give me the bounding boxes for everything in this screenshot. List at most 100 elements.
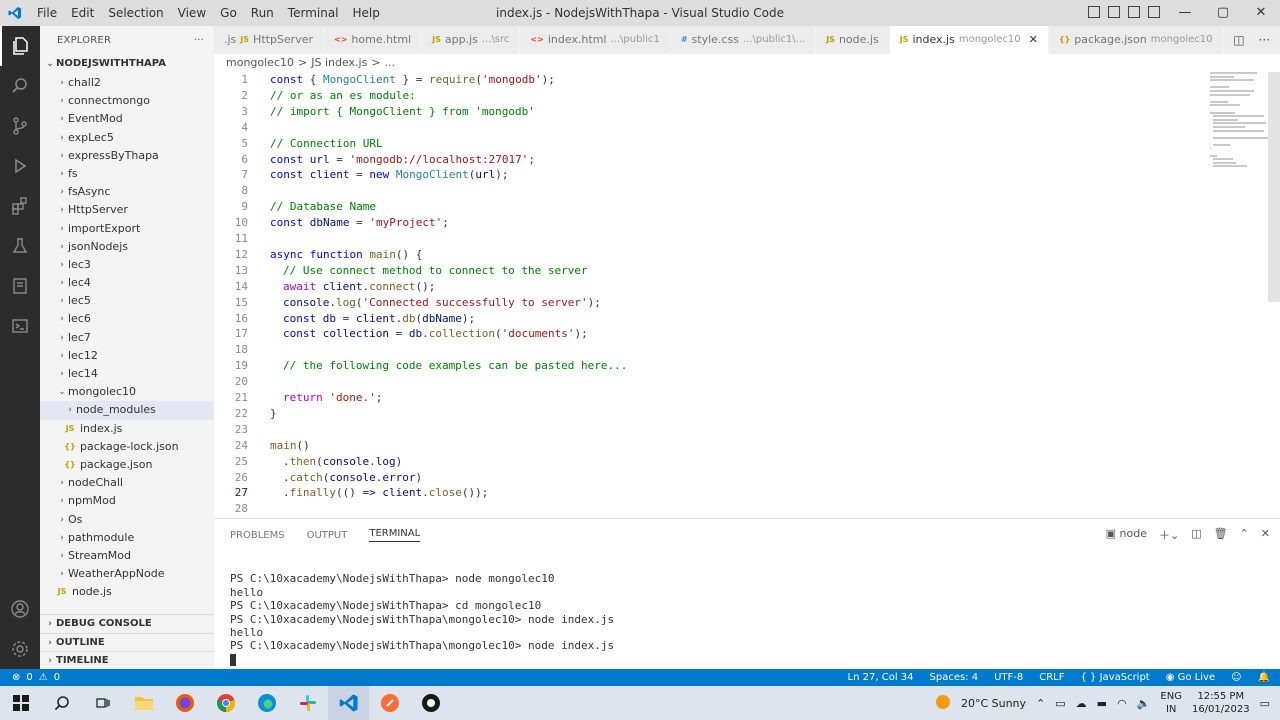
- tree-item[interactable]: JS index.js: [40, 420, 214, 438]
- tab-output[interactable]: OUTPUT: [307, 530, 348, 541]
- chevron-up-icon[interactable]: ⌃: [1036, 697, 1045, 710]
- edge-icon[interactable]: [246, 686, 287, 720]
- encoding[interactable]: UTF-8: [994, 672, 1023, 683]
- code-line[interactable]: 5 // Connection URL: [214, 136, 382, 152]
- code-line[interactable]: 8: [214, 183, 248, 199]
- tree-item[interactable]: › lec14: [40, 365, 214, 383]
- file-explorer-icon[interactable]: [123, 686, 164, 720]
- menu-selection[interactable]: Selection: [101, 0, 170, 26]
- weather-sun-icon[interactable]: [935, 694, 951, 713]
- source-control-icon[interactable]: [0, 106, 40, 146]
- tree-item[interactable]: › connectmongo: [40, 92, 214, 110]
- pane-timeline[interactable]: › TIMELINE: [40, 651, 214, 669]
- code-line[interactable]: 25 .then(console.log): [214, 454, 402, 470]
- tree-item[interactable]: › npmMod: [40, 492, 214, 510]
- slack-icon[interactable]: [287, 686, 328, 720]
- chrome-icon[interactable]: [205, 686, 246, 720]
- minimize-icon[interactable]: —: [1166, 0, 1204, 26]
- clock[interactable]: 12:55 PM 16/01/2023: [1192, 690, 1250, 716]
- code-line[interactable]: 1 const { MongoClient } = require('mongod…: [214, 72, 554, 88]
- task-view-icon[interactable]: [82, 686, 123, 720]
- editor-tab[interactable]: JS index.js mongolec10 ✕: [889, 26, 1049, 54]
- pane-debug-console[interactable]: › DEBUG CONSOLE: [40, 614, 214, 633]
- pane-outline[interactable]: › OUTLINE: [40, 632, 214, 652]
- indentation[interactable]: Spaces: 4: [930, 672, 979, 683]
- code-line[interactable]: 11: [214, 231, 248, 247]
- tree-item[interactable]: › lec3: [40, 256, 214, 274]
- notifications-icon[interactable]: 🔔: [1258, 672, 1270, 683]
- breadcrumb-folder[interactable]: mongolec10: [226, 54, 294, 72]
- code-line[interactable]: 2 // or as an es module:: [214, 88, 415, 104]
- tree-item[interactable]: JS node.js: [40, 583, 214, 601]
- vscode-logo-icon[interactable]: [0, 0, 30, 26]
- code-line[interactable]: 27 .finally(() => client.close());: [214, 485, 489, 501]
- code-editor[interactable]: 1 const { MongoClient } = require('mongod…: [214, 72, 1280, 518]
- code-line[interactable]: 18: [214, 342, 248, 358]
- cursor-position[interactable]: Ln 27, Col 34: [848, 672, 914, 683]
- code-line[interactable]: 22}: [214, 406, 277, 422]
- language-mode[interactable]: { } JavaScript: [1081, 672, 1150, 683]
- tree-item[interactable]: › lec4: [40, 274, 214, 292]
- menu-edit[interactable]: Edit: [64, 0, 101, 26]
- weather-label[interactable]: 20°C Sunny: [961, 697, 1026, 710]
- tab-terminal[interactable]: TERMINAL: [369, 528, 421, 542]
- toggle-panel-icon[interactable]: [1108, 6, 1120, 18]
- windows-start-icon[interactable]: [0, 686, 41, 720]
- tree-item[interactable]: {} package.json: [40, 456, 214, 474]
- code-line[interactable]: 16 const db = client.db(dbName);: [214, 311, 475, 327]
- volume-icon[interactable]: 🔈: [1137, 697, 1151, 710]
- code-line[interactable]: 21 return 'done.';: [214, 390, 383, 406]
- code-line[interactable]: 13 // Use connect method to connect to th…: [214, 263, 588, 279]
- search-icon[interactable]: [0, 66, 40, 106]
- tree-item[interactable]: › Os: [40, 511, 214, 529]
- tree-item[interactable]: › jsonNodejs: [40, 238, 214, 256]
- tree-item[interactable]: {} package-lock.json: [40, 438, 214, 456]
- editor-tab[interactable]: JS node.js: [816, 26, 890, 54]
- code-line[interactable]: 26 .catch(console.error): [214, 470, 422, 486]
- menu-help[interactable]: Help: [346, 0, 387, 26]
- more-actions-icon[interactable]: ···: [1259, 26, 1270, 54]
- tree-item[interactable]: › fsAsync: [40, 183, 214, 201]
- terminal-shell-selector[interactable]: ▣ node: [1106, 527, 1147, 543]
- code-line[interactable]: 17 const collection = db.collection('docu…: [214, 326, 588, 342]
- workspace-root[interactable]: ⌄ NODEJSWITHTHAPA: [40, 54, 214, 74]
- gear-icon[interactable]: [0, 629, 40, 669]
- close-window-icon[interactable]: ✕: [1242, 0, 1280, 26]
- tree-item[interactable]: › lec12: [40, 347, 214, 365]
- customize-layout-icon[interactable]: [1148, 6, 1160, 18]
- minimap[interactable]: [1210, 72, 1269, 192]
- keyboard-icon[interactable]: ▭: [1055, 697, 1065, 710]
- menu-terminal[interactable]: Terminal: [281, 0, 346, 26]
- menu-view[interactable]: View: [171, 0, 213, 26]
- explorer-icon[interactable]: [0, 26, 40, 66]
- tree-item[interactable]: › expLec5: [40, 129, 214, 147]
- tree-item[interactable]: › WeatherAppNode: [40, 565, 214, 583]
- tree-item[interactable]: › StreamMod: [40, 547, 214, 565]
- split-editor-icon[interactable]: ◫: [1233, 26, 1244, 54]
- menu-file[interactable]: File: [30, 0, 64, 26]
- code-line[interactable]: 12 async function main() {: [214, 247, 423, 263]
- end-of-line[interactable]: CRLF: [1039, 672, 1064, 683]
- code-line[interactable]: 9 // Database Name: [214, 199, 376, 215]
- tree-item[interactable]: › fs: [40, 165, 214, 183]
- extensions-icon[interactable]: [0, 186, 40, 226]
- tab-problems[interactable]: PROBLEMS: [230, 530, 285, 541]
- github-icon[interactable]: [410, 686, 451, 720]
- language-indicator[interactable]: ENG IN: [1160, 690, 1182, 716]
- code-line[interactable]: 15 console.log('Connected successfully to…: [214, 295, 601, 311]
- tree-item[interactable]: › EventMod: [40, 110, 214, 128]
- kill-terminal-icon[interactable]: 🗑: [1214, 527, 1228, 543]
- vscode-taskbar-icon[interactable]: [328, 686, 369, 720]
- more-actions-icon[interactable]: ···: [194, 35, 204, 46]
- split-terminal-icon[interactable]: ◫: [1191, 527, 1201, 543]
- run-debug-icon[interactable]: [0, 146, 40, 186]
- maximize-panel-icon[interactable]: ⌃: [1240, 527, 1249, 543]
- code-line[interactable]: 14 await client.connect();: [214, 279, 436, 295]
- account-icon[interactable]: [0, 589, 40, 629]
- breadcrumb-file[interactable]: JS index.js: [311, 54, 367, 72]
- editor-tab[interactable]: <> index.html ...\public1: [520, 26, 671, 54]
- go-live-button[interactable]: ◉ Go Live: [1166, 672, 1215, 683]
- battery-icon[interactable]: ▬: [1097, 697, 1107, 710]
- firefox-icon[interactable]: [164, 686, 205, 720]
- tree-item[interactable]: › node_modules: [40, 401, 214, 420]
